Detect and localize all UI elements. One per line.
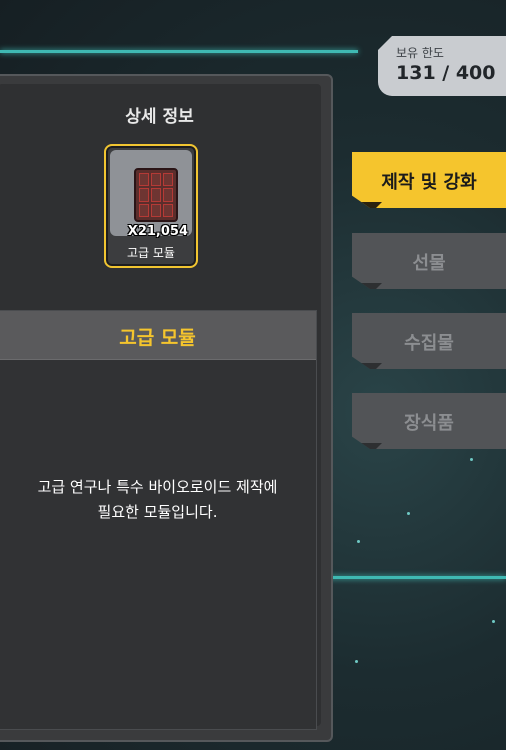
- inventory-capacity-badge: 보유 한도 131 / 400: [378, 36, 506, 96]
- background-glow-line: [322, 576, 506, 579]
- detail-title: 상세 정보: [125, 107, 194, 127]
- tab-label: 선물: [412, 253, 446, 274]
- tab-decorations[interactable]: 장식품: [352, 393, 506, 449]
- module-icon: [134, 168, 178, 222]
- background-dot: [492, 620, 495, 623]
- item-quantity: X21,054: [127, 224, 188, 239]
- item-card-image-area: X21,054: [110, 150, 192, 239]
- tab-corner-stripe: [352, 202, 382, 208]
- item-detail-panel-inner: 상세 정보 X21,054 고급 모듈 고급 모듈 고급 연구나 특수 바이오로…: [0, 84, 321, 730]
- item-detail-panel: 상세 정보 X21,054 고급 모듈 고급 모듈 고급 연구나 특수 바이오로…: [0, 74, 333, 742]
- background-dot: [357, 540, 360, 543]
- item-card[interactable]: X21,054 고급 모듈: [104, 144, 198, 268]
- item-description-header: 고급 모듈: [0, 311, 316, 360]
- background-glow-line: [0, 50, 358, 53]
- tab-label: 수집물: [404, 333, 454, 354]
- tab-label: 제작 및 강화: [381, 172, 477, 193]
- tab-craft-and-upgrade[interactable]: 제작 및 강화: [352, 152, 506, 208]
- tab-gift[interactable]: 선물: [352, 233, 506, 289]
- tab-corner-stripe: [352, 283, 382, 289]
- tab-corner-stripe: [352, 443, 382, 449]
- item-description-title: 고급 모듈: [119, 327, 196, 349]
- tab-collectibles[interactable]: 수집물: [352, 313, 506, 369]
- capacity-value: 131 / 400: [396, 62, 496, 84]
- background-dot: [355, 660, 358, 663]
- item-description-box: 고급 모듈 고급 연구나 특수 바이오로이드 제작에 필요한 모듈입니다.: [0, 310, 317, 730]
- background-dot: [470, 458, 473, 461]
- background-dot: [407, 512, 410, 515]
- capacity-label: 보유 한도: [396, 46, 444, 60]
- item-card-name: 고급 모듈: [127, 246, 175, 260]
- item-description-text: 고급 연구나 특수 바이오로이드 제작에 필요한 모듈입니다.: [37, 478, 278, 521]
- tab-corner-stripe: [352, 363, 382, 369]
- tab-label: 장식품: [404, 413, 454, 434]
